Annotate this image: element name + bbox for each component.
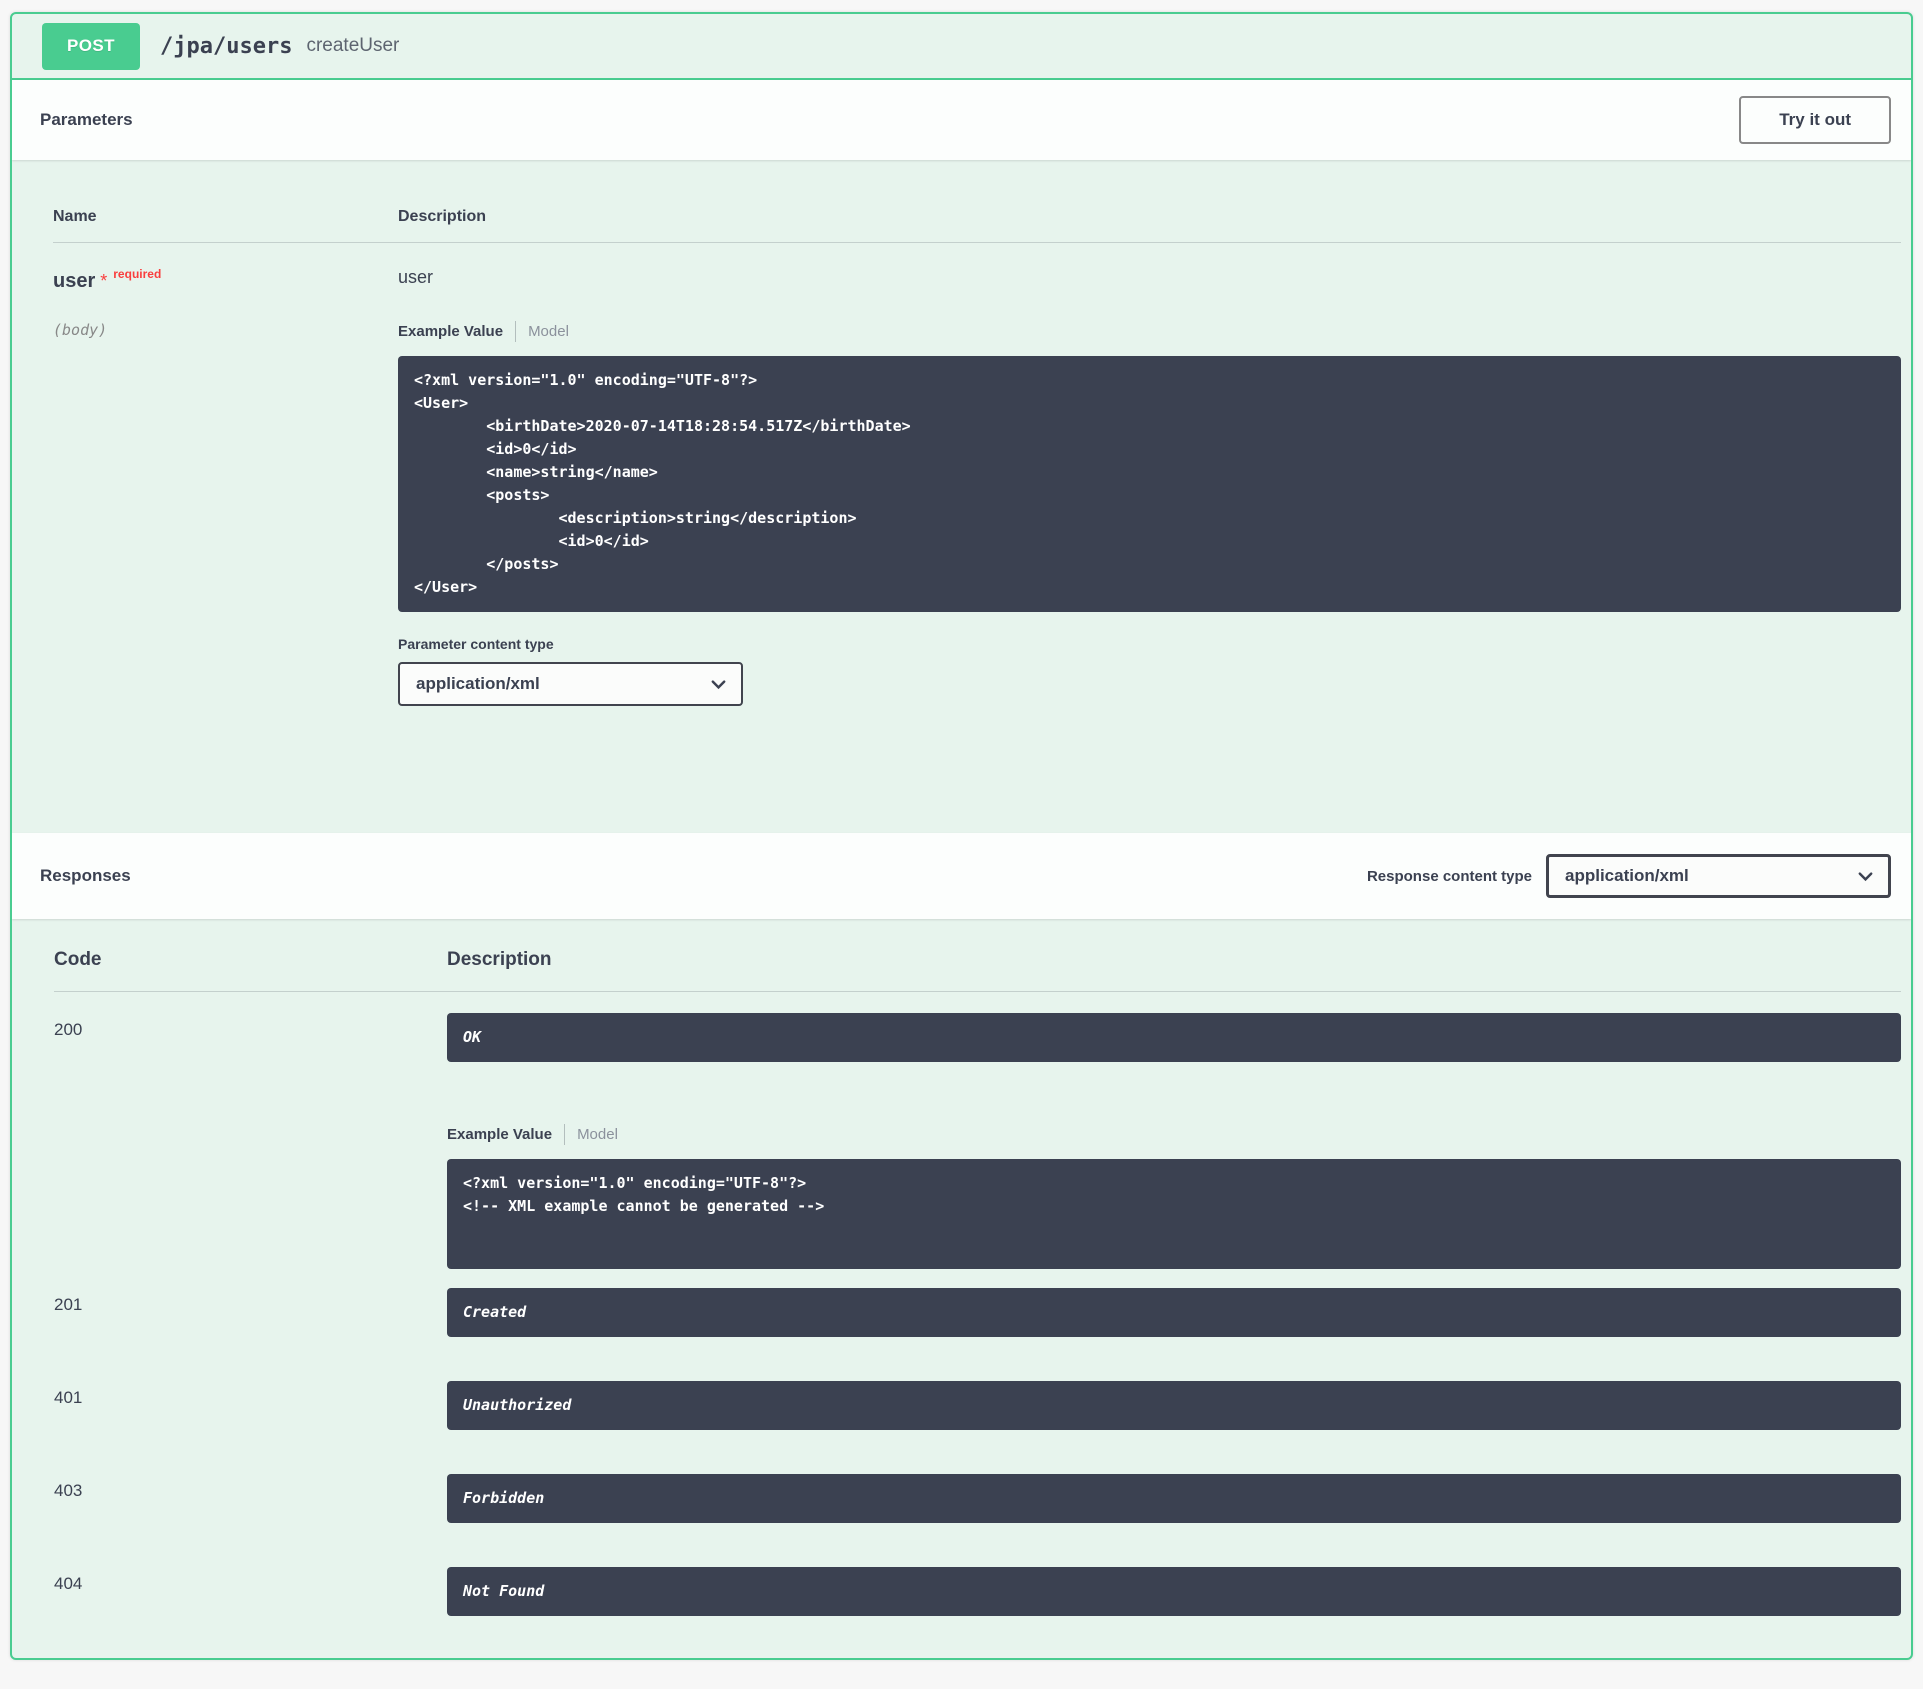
- responses-table-header: Code Description: [54, 949, 1901, 992]
- responses-body: Code Description 200 OK Example Value Mo…: [12, 919, 1911, 1616]
- required-label: required: [113, 267, 161, 281]
- response-description-cell: Unauthorized: [447, 1381, 1901, 1430]
- response-row-201: 201 Created: [54, 1288, 1901, 1337]
- parameter-name: user: [53, 270, 95, 292]
- operation-summary-header[interactable]: POST /jpa/users createUser: [12, 14, 1911, 80]
- description-column-header: Description: [447, 949, 1901, 971]
- tab-divider: [515, 321, 516, 342]
- response-row-404: 404 Not Found: [54, 1567, 1901, 1616]
- post-operation-block: POST /jpa/users createUser Parameters Tr…: [10, 12, 1913, 1660]
- responses-title: Responses: [40, 866, 131, 886]
- required-asterisk: *: [100, 271, 107, 291]
- response-content-type-select[interactable]: application/xml: [1546, 854, 1891, 898]
- tab-example-value[interactable]: Example Value: [447, 1126, 552, 1143]
- operation-path: /jpa/users: [160, 34, 292, 59]
- parameter-description-cell: user Example Value Model <?xml version="…: [398, 267, 1901, 706]
- parameter-row: user*required (body) user Example Value …: [53, 243, 1901, 706]
- parameter-name-cell: user* required (body): [53, 267, 398, 706]
- response-description-box: OK: [447, 1013, 1901, 1062]
- responses-section-header: Responses Response content type applicat…: [12, 833, 1911, 919]
- try-it-out-button[interactable]: Try it out: [1739, 96, 1891, 144]
- response-row-200: 200 OK Example Value Model <?xml version…: [54, 1013, 1901, 1269]
- response-description-cell: Created: [447, 1288, 1901, 1337]
- response-example-code-block: <?xml version="1.0" encoding="UTF-8"?> <…: [447, 1159, 1901, 1269]
- http-method-badge: POST: [42, 23, 140, 70]
- tab-divider: [564, 1124, 565, 1145]
- response-code: 201: [54, 1288, 447, 1337]
- response-description-box: Created: [447, 1288, 1901, 1337]
- parameters-section-header: Parameters Try it out: [12, 80, 1911, 160]
- parameter-example-code-block: <?xml version="1.0" encoding="UTF-8"?> <…: [398, 356, 1901, 612]
- parameter-location: (body): [53, 321, 398, 339]
- parameter-content-type-wrap: Parameter content type application/xml: [398, 636, 1901, 706]
- name-column-header: Name: [53, 208, 398, 226]
- response-code: 404: [54, 1567, 447, 1616]
- tab-model[interactable]: Model: [528, 323, 569, 340]
- response-description-box: Forbidden: [447, 1474, 1901, 1523]
- response-content-type-value: application/xml: [1565, 866, 1689, 886]
- response-description-box: Unauthorized: [447, 1381, 1901, 1430]
- response-description-cell: Not Found: [447, 1567, 1901, 1616]
- description-column-header: Description: [398, 208, 1901, 226]
- operation-id: createUser: [306, 35, 399, 57]
- parameter-content-type-label: Parameter content type: [398, 636, 1901, 652]
- response-row-401: 401 Unauthorized: [54, 1381, 1901, 1430]
- response-content-type-label: Response content type: [1367, 868, 1532, 885]
- chevron-down-icon: [1856, 867, 1875, 886]
- parameter-content-type-value: application/xml: [416, 674, 540, 694]
- parameter-content-type-select[interactable]: application/xml: [398, 662, 743, 706]
- tab-model[interactable]: Model: [577, 1126, 618, 1143]
- response-description-cell: OK Example Value Model <?xml version="1.…: [447, 1013, 1901, 1269]
- code-column-header: Code: [54, 949, 447, 971]
- parameter-description: user: [398, 267, 1901, 288]
- response-code: 200: [54, 1013, 447, 1269]
- parameters-title: Parameters: [40, 110, 133, 130]
- response-code: 403: [54, 1474, 447, 1523]
- parameters-table-header: Name Description: [53, 208, 1901, 243]
- response-description-box: Not Found: [447, 1567, 1901, 1616]
- parameters-body: Name Description user*required (body) us…: [12, 160, 1911, 833]
- response-description-cell: Forbidden: [447, 1474, 1901, 1523]
- tab-example-value[interactable]: Example Value: [398, 323, 503, 340]
- example-model-tabs: Example Value Model: [398, 321, 1901, 342]
- response-code: 401: [54, 1381, 447, 1430]
- response-row-403: 403 Forbidden: [54, 1474, 1901, 1523]
- response-content-type-wrap: Response content type application/xml: [1367, 854, 1891, 898]
- chevron-down-icon: [709, 675, 728, 694]
- response-example-model-tabs: Example Value Model: [447, 1124, 1901, 1145]
